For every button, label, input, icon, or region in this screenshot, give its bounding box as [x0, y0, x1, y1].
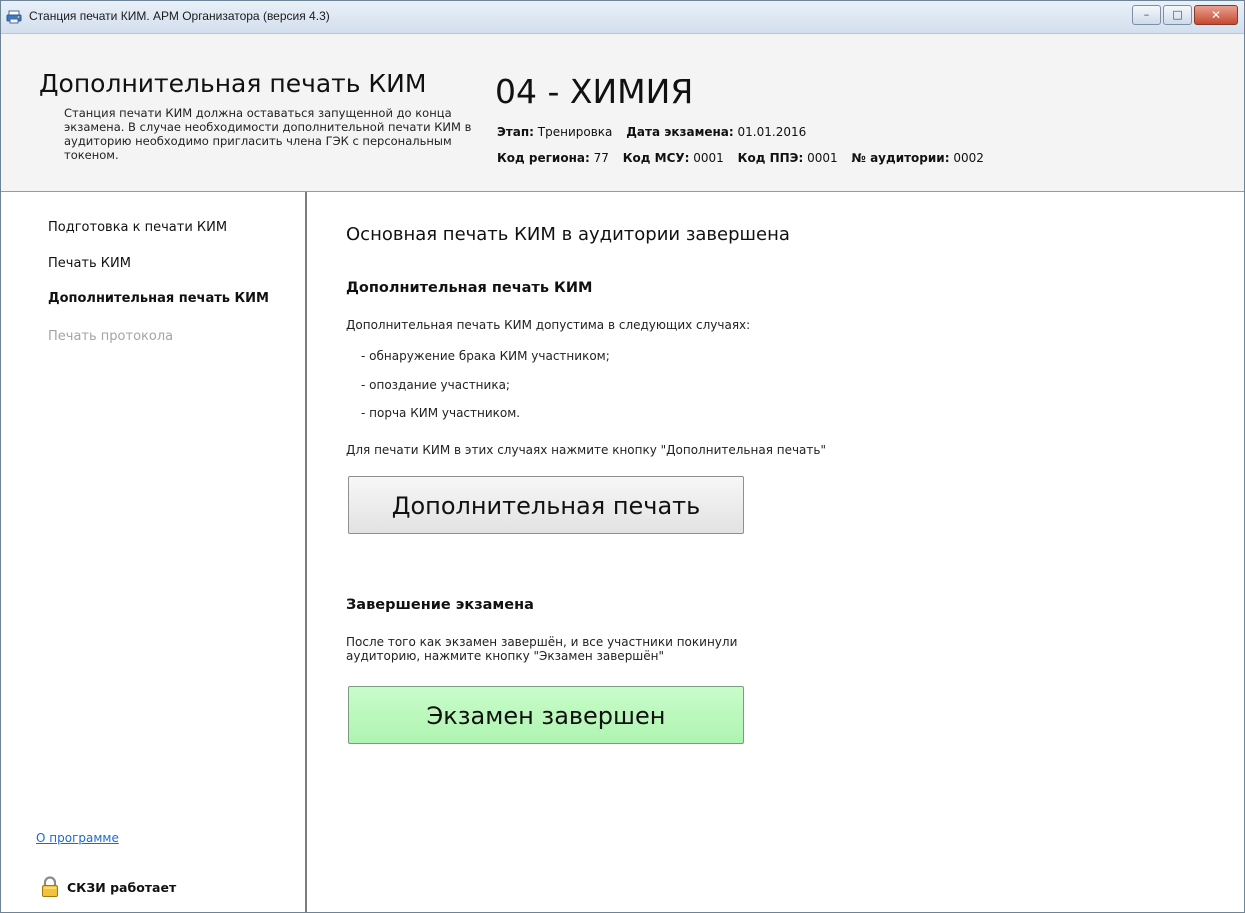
page-title: Дополнительная печать КИМ [39, 69, 427, 98]
page-header: Дополнительная печать КИМ Станция печати… [1, 34, 1244, 192]
exam-meta-line-2: Код региона: 77 Код МСУ: 0001 Код ППЭ: 0… [497, 151, 994, 165]
printer-app-icon [6, 10, 22, 24]
ppe-value: 0001 [807, 151, 838, 165]
maximize-button[interactable]: □ [1163, 5, 1192, 25]
window-title: Станция печати КИМ. АРМ Организатора (ве… [29, 9, 330, 23]
exam-meta-line-1: Этап: Тренировка Дата экзамена: 01.01.20… [497, 125, 816, 139]
app-window: Станция печати КИМ. АРМ Организатора (ве… [0, 0, 1245, 913]
window-controls: – □ ✕ [1130, 5, 1238, 25]
extra-print-button[interactable]: Дополнительная печать [348, 476, 744, 534]
extra-print-case: - опоздание участника; [361, 378, 510, 392]
page-description: Станция печати КИМ должна оставаться зап… [64, 106, 472, 162]
minimize-button[interactable]: – [1132, 5, 1161, 25]
lock-icon [42, 876, 58, 897]
extra-print-instruction: Для печати КИМ в этих случаях нажмите кн… [346, 443, 826, 457]
minimize-icon: – [1143, 8, 1150, 21]
skzi-status: СКЗИ работает [41, 876, 176, 898]
title-bar[interactable]: Станция печати КИМ. АРМ Организатора (ве… [1, 1, 1244, 34]
sidebar-item-print-protocol: Печать протокола [48, 329, 174, 344]
extra-print-intro: Дополнительная печать КИМ допустима в сл… [346, 318, 751, 332]
sidebar-item-prepare-print[interactable]: Подготовка к печати КИМ [48, 220, 227, 235]
region-label: Код региона: [497, 151, 590, 165]
sidebar-item-print[interactable]: Печать КИМ [48, 256, 131, 271]
skzi-status-text: СКЗИ работает [67, 879, 177, 895]
extra-print-case: - порча КИМ участником. [361, 406, 521, 420]
stage-value: Тренировка [537, 125, 613, 139]
sidebar: Подготовка к печати КИМ Печать КИМ Допол… [1, 192, 307, 912]
finish-section-title: Завершение экзамена [346, 597, 534, 613]
exam-finished-button[interactable]: Экзамен завершен [348, 686, 744, 744]
msu-label: Код МСУ: [622, 151, 690, 165]
extra-print-case: - обнаружение брака КИМ участником; [361, 349, 610, 363]
close-button[interactable]: ✕ [1194, 5, 1238, 25]
exam-date-label: Дата экзамена: [626, 125, 734, 139]
msu-value: 0001 [693, 151, 724, 165]
room-value: 0002 [953, 151, 984, 165]
main-content: Основная печать КИМ в аудитории завершен… [307, 192, 1244, 912]
region-value: 77 [593, 151, 609, 165]
stage-label: Этап: [497, 125, 534, 139]
close-icon: ✕ [1210, 8, 1222, 22]
ppe-label: Код ППЭ: [737, 151, 804, 165]
finish-instruction: После того как экзамен завершён, и все у… [346, 635, 738, 663]
exam-date-value: 01.01.2016 [737, 125, 807, 139]
about-program-link[interactable]: О программе [36, 831, 119, 845]
exam-subject: 04 - ХИМИЯ [495, 72, 694, 111]
room-label: № аудитории: [851, 151, 950, 165]
sidebar-item-extra-print[interactable]: Дополнительная печать КИМ [48, 291, 269, 306]
extra-print-section-title: Дополнительная печать КИМ [346, 280, 593, 296]
main-heading: Основная печать КИМ в аудитории завершен… [346, 224, 790, 245]
maximize-icon: □ [1172, 8, 1183, 21]
